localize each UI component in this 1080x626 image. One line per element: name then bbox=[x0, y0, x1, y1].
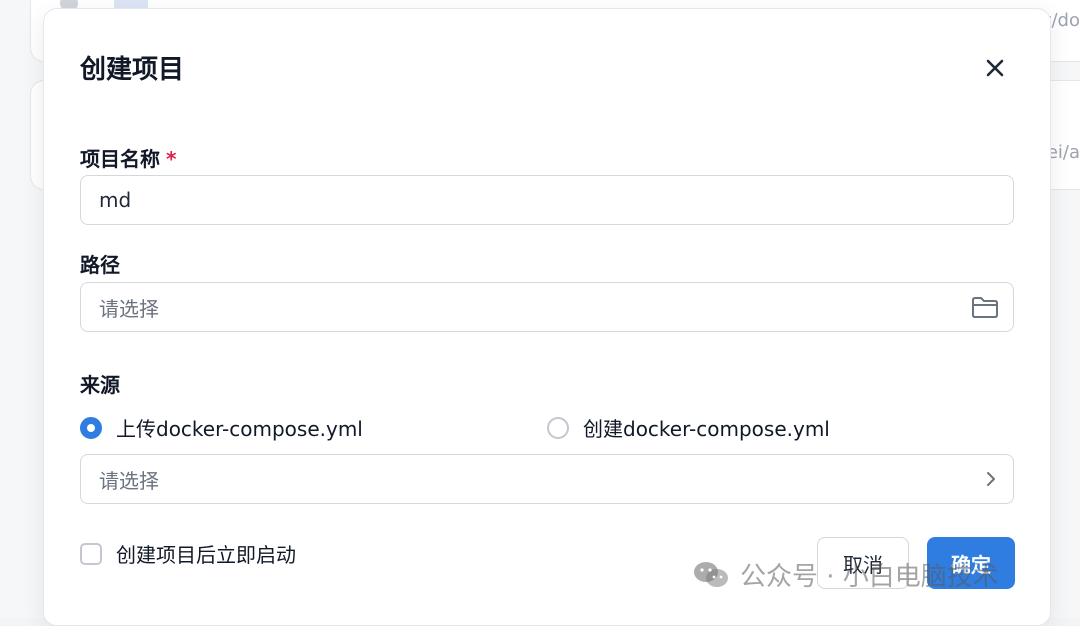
path-placeholder: 请选择 bbox=[99, 296, 159, 321]
autostart-label: 创建项目后立即启动 bbox=[116, 543, 296, 567]
create-project-dialog: 创建项目 项目名称 * md 路径 请选择 来源 上传docker-compose… bbox=[43, 8, 1051, 626]
project-name-label: 项目名称 * bbox=[80, 143, 176, 172]
compose-file-placeholder: 请选择 bbox=[99, 468, 159, 493]
radio-button-checked[interactable] bbox=[80, 416, 102, 439]
close-icon bbox=[986, 59, 1004, 77]
compose-file-select[interactable]: 请选择 bbox=[80, 454, 1014, 504]
project-name-value: md bbox=[99, 188, 132, 212]
confirm-button[interactable]: 确定 bbox=[927, 537, 1015, 589]
radio-button-unchecked[interactable] bbox=[547, 416, 569, 439]
background-edge-text: ei/a bbox=[1046, 142, 1080, 163]
project-name-input[interactable]: md bbox=[80, 175, 1014, 225]
autostart-checkbox[interactable] bbox=[80, 542, 102, 565]
folder-icon[interactable] bbox=[971, 295, 999, 319]
path-select-input[interactable]: 请选择 bbox=[80, 282, 1014, 332]
radio-upload-compose[interactable]: 上传docker-compose.yml bbox=[80, 413, 363, 442]
radio-create-label: 创建docker-compose.yml bbox=[583, 417, 830, 441]
required-mark: * bbox=[166, 147, 177, 171]
chevron-right-icon bbox=[983, 470, 999, 488]
autostart-checkbox-row[interactable]: 创建项目后立即启动 bbox=[80, 539, 296, 568]
close-button[interactable] bbox=[978, 51, 1012, 85]
radio-upload-label: 上传docker-compose.yml bbox=[116, 417, 363, 441]
cancel-button[interactable]: 取消 bbox=[817, 537, 909, 589]
radio-create-compose[interactable]: 创建docker-compose.yml bbox=[547, 413, 830, 442]
path-label: 路径 bbox=[80, 253, 120, 277]
project-name-label-text: 项目名称 bbox=[80, 147, 160, 171]
dialog-title: 创建项目 bbox=[80, 55, 185, 85]
source-label: 来源 bbox=[80, 373, 120, 397]
